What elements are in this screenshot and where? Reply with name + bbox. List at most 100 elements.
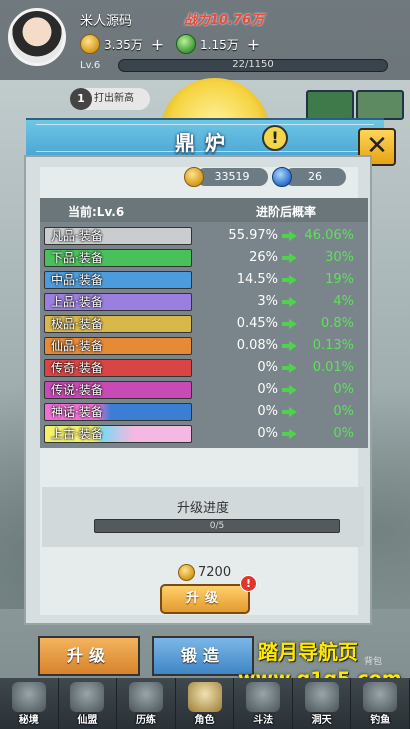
table-row: 上品·装备 3% 4% (40, 291, 368, 313)
after-probability: 0% (333, 404, 354, 419)
coin-stat: 33519 (184, 167, 268, 187)
upgrade-button[interactable]: 升级 (160, 584, 250, 614)
power-value: 战力10.76万 (184, 13, 265, 28)
quality-tag: 中品·装备 (44, 271, 192, 289)
bag-label[interactable]: 背包 (364, 654, 382, 667)
current-probability: 0% (257, 360, 278, 375)
coin-icon (184, 167, 204, 187)
info-icon[interactable]: ! (262, 125, 288, 151)
table-header: 当前:Lv.6 进阶后概率 (40, 198, 368, 222)
orb-stat: 26 (272, 167, 346, 187)
quality-tag: 神话·装备 (44, 403, 192, 421)
rank-text: 打出新高 (94, 93, 134, 104)
table-row: 下品·装备 26% 30% (40, 247, 368, 269)
avatar[interactable] (8, 8, 66, 66)
rank-number: 1 (70, 88, 92, 110)
nav-label: 洞天 (311, 715, 332, 726)
current-probability: 0.45% (236, 316, 278, 331)
training-icon (128, 682, 163, 712)
modal-title: 鼎炉 (175, 131, 235, 155)
jade-currency: 1.15万 + (176, 34, 260, 54)
character-icon (187, 682, 222, 712)
after-probability: 0% (333, 426, 354, 441)
probability-table: 当前:Lv.6 进阶后概率 凡品·装备 55.97% 46.06% 下品·装备 … (40, 198, 368, 448)
after-probability: 0.13% (312, 338, 354, 353)
quality-tag: 下品·装备 (44, 249, 192, 267)
nav-label: 角色 (194, 715, 215, 726)
quality-tag: 极品·装备 (44, 315, 192, 333)
after-probability: 0% (333, 382, 354, 397)
exp-bar: 22/1150 (118, 59, 388, 72)
after-probability: 30% (325, 250, 354, 265)
current-probability: 0.08% (236, 338, 278, 353)
duel-icon (246, 682, 281, 712)
after-probability: 46.06% (304, 228, 354, 243)
quality-tag: 上古·装备 (44, 425, 192, 443)
current-level-header: 当前:Lv.6 (68, 205, 125, 219)
gold-currency: 3.35万 + (80, 34, 164, 54)
top-bar: 米人源码 战力10.76万 3.35万 + 1.15万 + Lv.6 22/11… (0, 0, 410, 80)
upgrade-cost: 7200 (178, 564, 231, 581)
tab-upgrade[interactable]: 升级 (38, 636, 140, 676)
nav-label: 仙盟 (77, 715, 98, 726)
current-probability: 26% (249, 250, 278, 265)
nav-label: 钓鱼 (370, 715, 391, 726)
side-button-1[interactable] (306, 90, 354, 120)
after-probability: 0.8% (320, 316, 354, 331)
upgrade-cost-value: 7200 (198, 565, 232, 580)
table-row: 传说·装备 0% 0% (40, 379, 368, 401)
after-probability: 19% (325, 272, 354, 287)
progress-title: 升级进度 (176, 501, 229, 516)
table-row: 上古·装备 0% 0% (40, 423, 368, 445)
quality-tag: 仙品·装备 (44, 337, 192, 355)
gold-coin-icon (80, 34, 100, 54)
coin-icon (178, 564, 195, 581)
rank-badge[interactable]: 1 打出新高 (70, 88, 150, 110)
side-button-2[interactable] (356, 90, 404, 120)
watermark-title: 踏月导航页 (258, 640, 358, 664)
player-name: 米人源码 (80, 14, 133, 29)
nav-label: 斗法 (253, 715, 274, 726)
current-probability: 55.97% (228, 228, 278, 243)
bottom-nav: 秘境 仙盟 历练 角色 斗法 洞天 钓鱼 (0, 678, 410, 729)
table-row: 凡品·装备 55.97% 46.06% (40, 225, 368, 247)
cave-icon (304, 682, 339, 712)
after-probability-header: 进阶后概率 (256, 205, 317, 219)
orb-icon (272, 167, 292, 187)
current-probability: 3% (257, 294, 278, 309)
jade-icon (176, 34, 196, 54)
after-probability: 0.01% (312, 360, 354, 375)
nav-secret-realm[interactable]: 秘境 (0, 678, 59, 729)
quality-tag: 上品·装备 (44, 293, 192, 311)
level-label: Lv.6 (80, 60, 101, 71)
quality-tag: 传说·装备 (44, 381, 192, 399)
fishing-icon (363, 682, 398, 712)
current-probability: 0% (257, 426, 278, 441)
upgrade-progress-box: 升级进度 0/5 (42, 487, 364, 547)
nav-character[interactable]: 角色 (176, 678, 235, 729)
alert-badge-icon: ! (240, 575, 257, 592)
current-probability: 0% (257, 404, 278, 419)
nav-alliance[interactable]: 仙盟 (59, 678, 118, 729)
table-row: 极品·装备 0.45% 0.8% (40, 313, 368, 335)
add-jade-icon[interactable]: + (247, 35, 260, 54)
table-row: 神话·装备 0% 0% (40, 401, 368, 423)
progress-bar: 0/5 (94, 519, 340, 533)
current-probability: 0% (257, 382, 278, 397)
nav-training[interactable]: 历练 (117, 678, 176, 729)
nav-fishing[interactable]: 钓鱼 (351, 678, 410, 729)
jade-amount: 1.15万 (200, 37, 239, 52)
nav-label: 秘境 (18, 715, 39, 726)
alliance-icon (70, 682, 105, 712)
after-probability: 4% (333, 294, 354, 309)
nav-cave[interactable]: 洞天 (293, 678, 352, 729)
current-probability: 14.5% (236, 272, 278, 287)
nav-duel[interactable]: 斗法 (234, 678, 293, 729)
nav-label: 历练 (135, 715, 156, 726)
add-gold-icon[interactable]: + (151, 35, 164, 54)
table-row: 仙品·装备 0.08% 0.13% (40, 335, 368, 357)
quality-tag: 凡品·装备 (44, 227, 192, 245)
progress-text: 0/5 (209, 521, 225, 531)
orb-count: 26 (284, 168, 346, 186)
coin-count: 33519 (196, 168, 268, 186)
